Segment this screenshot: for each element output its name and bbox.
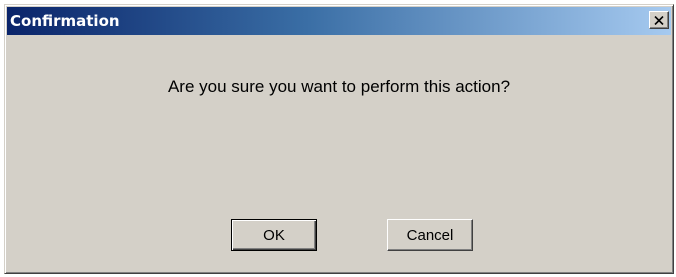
cancel-button-label: Cancel bbox=[406, 226, 454, 244]
close-button[interactable] bbox=[649, 11, 669, 29]
ok-button-label: OK bbox=[263, 226, 285, 244]
title-bar[interactable]: Confirmation bbox=[7, 7, 671, 35]
dialog-message: Are you sure you want to perform this ac… bbox=[167, 77, 511, 96]
ok-button[interactable]: OK bbox=[231, 219, 317, 251]
cancel-button[interactable]: Cancel bbox=[387, 219, 473, 251]
window-title: Confirmation bbox=[10, 12, 120, 30]
confirmation-dialog: Confirmation Are you sure you want to pe… bbox=[4, 4, 674, 274]
close-icon bbox=[654, 15, 664, 25]
